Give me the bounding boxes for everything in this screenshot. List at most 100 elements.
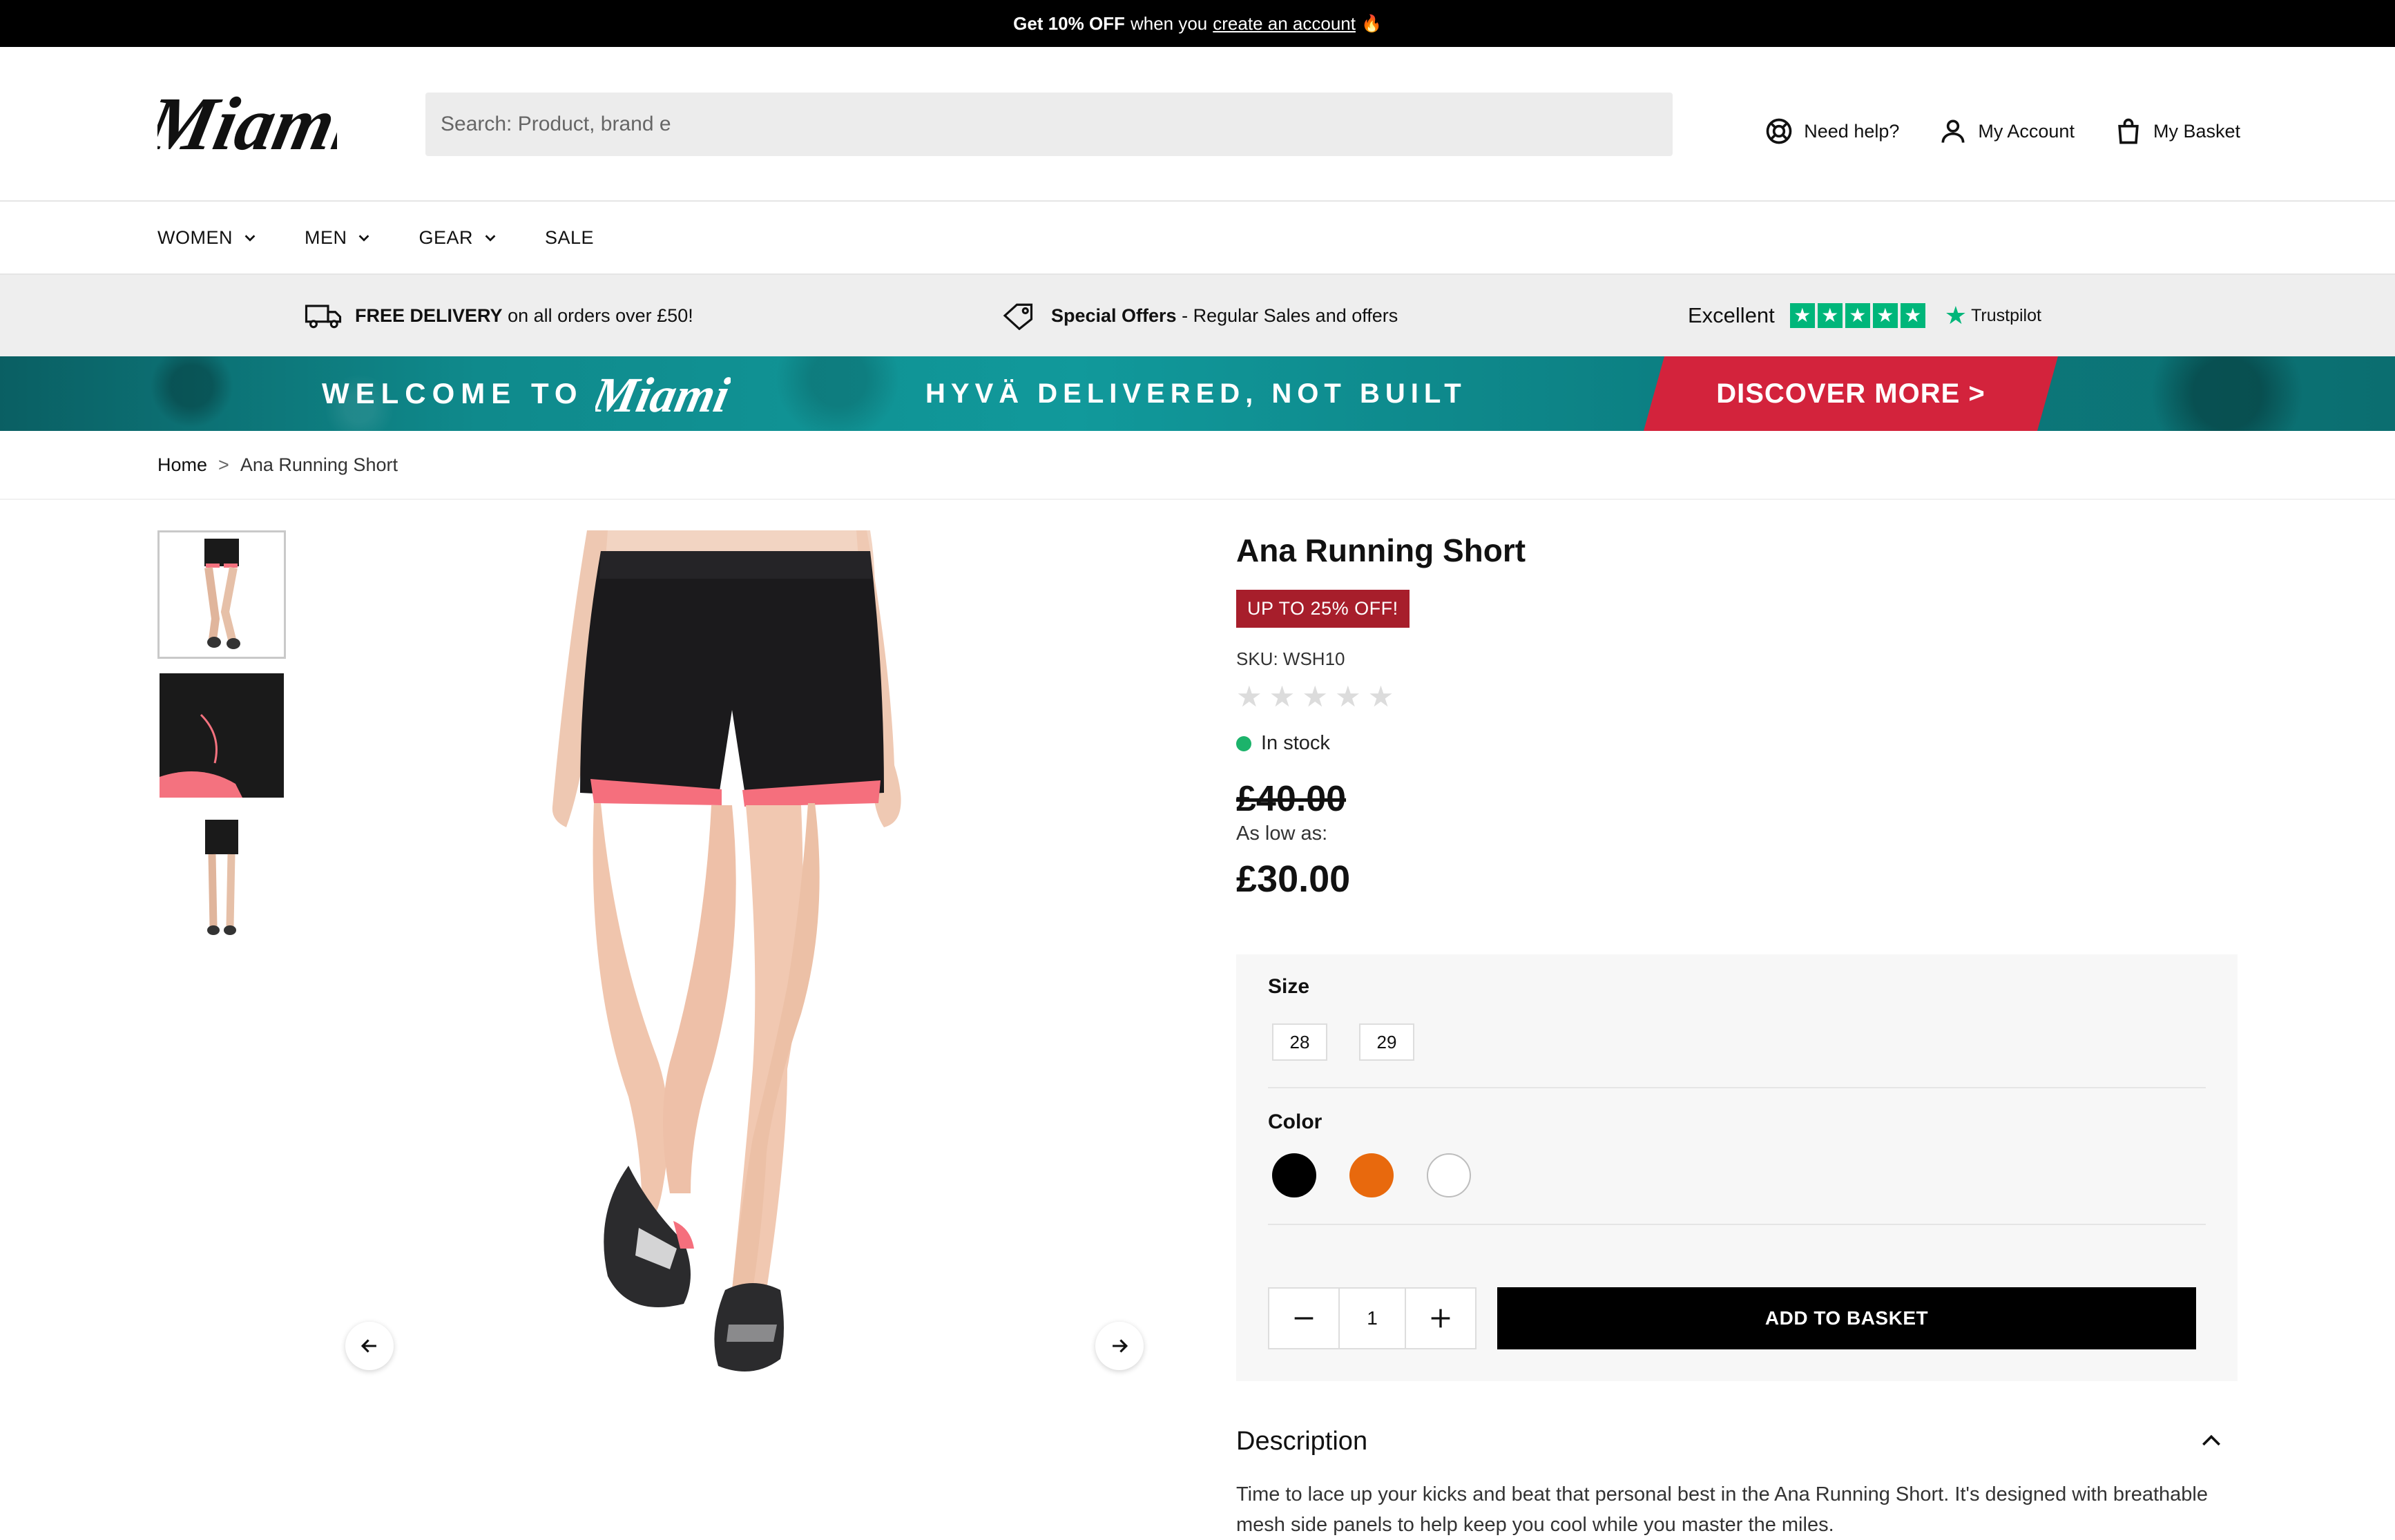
nav-men-label: MEN <box>304 227 347 248</box>
main-product-image[interactable] <box>525 530 967 1401</box>
banner-welcome: WELCOME TO <box>322 377 584 410</box>
delivery-truck-icon <box>305 305 342 329</box>
nav-item-sale[interactable]: SALE <box>545 227 594 249</box>
header-links-row: Need help? My Account My Basket <box>1764 111 2240 151</box>
decrease-qty-button[interactable] <box>1269 1289 1338 1348</box>
color-swatch-white[interactable] <box>1427 1153 1471 1197</box>
user-icon <box>1941 119 1965 143</box>
size-option-28[interactable]: 28 <box>1272 1023 1327 1061</box>
size-label: Size <box>1268 975 1310 998</box>
my-account-label: My Account <box>1978 120 2075 142</box>
trustpilot-star-icon: ★ <box>1944 301 1968 329</box>
quantity-stepper: 1 <box>1268 1287 1477 1349</box>
search-bar <box>425 93 1673 156</box>
arrow-right-icon <box>1113 1339 1128 1353</box>
nav-women-label: WOMEN <box>157 227 233 248</box>
usp-bar: FREE DELIVERY on all orders over £50! Sp… <box>0 275 2395 356</box>
trustpilot-logo: ★ Trustpilot <box>1945 301 2041 330</box>
star-icon: ★ <box>1900 303 1925 328</box>
breadcrumb-separator: > <box>218 454 229 475</box>
breadcrumb-home[interactable]: Home <box>157 454 207 476</box>
star-icon: ★ <box>1367 680 1394 713</box>
trustpilot-stars: ★ ★ ★ ★ ★ <box>1789 303 1925 328</box>
banner-logo: Miami <box>595 367 731 423</box>
old-price: £40.00 <box>1236 779 1347 819</box>
thumb-detail-image <box>160 673 284 798</box>
add-to-basket-button[interactable]: ADD TO BASKET <box>1497 1287 2196 1349</box>
usp-offers: Special Offers - Regular Sales and offer… <box>1000 275 1398 356</box>
size-option-29[interactable]: 29 <box>1359 1023 1414 1061</box>
next-image-button[interactable] <box>1095 1322 1144 1370</box>
rating-stars[interactable]: ★ ★ ★ ★ ★ <box>1236 682 2238 711</box>
main-nav: WOMEN MEN GEAR SALE <box>0 202 2395 275</box>
color-swatch-black[interactable] <box>1272 1153 1316 1197</box>
svg-text:Miami: Miami <box>595 367 731 423</box>
breadcrumb-current: Ana Running Short <box>240 454 398 475</box>
usp-delivery-bold: FREE DELIVERY <box>355 305 503 326</box>
my-basket-link[interactable]: My Basket <box>2113 116 2240 146</box>
promo-bar: Get 10% OFF when you create an account 🔥 <box>0 0 2395 47</box>
star-icon: ★ <box>1817 303 1843 328</box>
promo-banner[interactable]: WELCOME TO Miami HYVÄ DELIVERED, NOT BUI… <box>0 356 2395 431</box>
increase-qty-button[interactable] <box>1406 1289 1475 1348</box>
chevron-up-icon <box>2202 1434 2220 1446</box>
create-account-link[interactable]: create an account <box>1213 13 1356 35</box>
usp-trustpilot[interactable]: Excellent ★ ★ ★ ★ ★ ★ Trustpilot <box>1688 275 2041 356</box>
thumbnail-3[interactable] <box>157 812 286 941</box>
flame-icon: 🔥 <box>1360 14 1382 33</box>
quantity-input[interactable]: 1 <box>1338 1289 1406 1348</box>
search-input[interactable] <box>441 113 1673 136</box>
product-sku: SKU: WSH10 <box>1236 648 1345 669</box>
lifebuoy-icon <box>1766 118 1792 144</box>
color-label: Color <box>1268 1110 1322 1133</box>
color-swatch-orange[interactable] <box>1349 1153 1394 1197</box>
svg-text:Miami: Miami <box>157 82 337 166</box>
stock-status: In stock <box>1236 732 2238 755</box>
minus-icon <box>1294 1317 1314 1320</box>
discover-more-button[interactable]: DISCOVER MORE > <box>1644 356 2058 431</box>
prev-image-button[interactable] <box>345 1322 394 1370</box>
breadcrumb: Home > Ana Running Short <box>0 431 2395 500</box>
star-icon: ★ <box>1872 303 1898 328</box>
thumb-full-image <box>205 820 238 935</box>
need-help-link[interactable]: Need help? <box>1764 116 1899 146</box>
discount-badge: UP TO 25% OFF! <box>1236 590 1410 628</box>
as-low-as-label: As low as: <box>1236 822 1328 845</box>
description-heading: Description <box>1236 1426 1368 1456</box>
chevron-down-icon <box>359 235 369 242</box>
miami-logo[interactable]: Miami <box>157 80 337 177</box>
promo-bold-text: Get 10% OFF <box>1013 12 1125 34</box>
divider <box>1268 1224 2206 1225</box>
my-basket-label: My Basket <box>2153 120 2240 142</box>
star-icon: ★ <box>1334 680 1361 713</box>
plus-icon <box>1431 1309 1450 1328</box>
product-title: Ana Running Short <box>1236 532 1526 568</box>
thumb-front-image <box>204 539 240 649</box>
usp-delivery: FREE DELIVERY on all orders over £50! <box>304 275 693 356</box>
my-account-link[interactable]: My Account <box>1938 116 2075 146</box>
nav-gear-label: GEAR <box>419 227 474 248</box>
star-icon: ★ <box>1789 303 1815 328</box>
current-price: £30.00 <box>1236 858 1351 900</box>
thumbnail-2[interactable] <box>157 671 286 800</box>
description-toggle[interactable]: Description <box>1236 1417 2238 1465</box>
star-icon: ★ <box>1845 303 1870 328</box>
arrow-left-icon <box>360 1339 376 1353</box>
nav-item-women[interactable]: WOMEN <box>157 227 258 249</box>
bag-icon <box>2118 118 2139 144</box>
product-info: Ana Running Short UP TO 25% OFF! SKU: WS… <box>1236 532 2238 901</box>
banner-tagline: HYVÄ DELIVERED, NOT BUILT <box>925 378 1467 409</box>
star-icon: ★ <box>1269 680 1296 713</box>
star-icon: ★ <box>1302 680 1328 713</box>
thumbnail-1[interactable] <box>157 530 286 659</box>
star-icon: ★ <box>1236 680 1262 713</box>
divider <box>1268 1087 2206 1088</box>
usp-offers-bold: Special Offers <box>1051 305 1177 326</box>
nav-item-gear[interactable]: GEAR <box>419 227 498 249</box>
nav-item-men[interactable]: MEN <box>305 227 372 249</box>
usp-offers-text: - Regular Sales and offers <box>1182 305 1398 326</box>
product-options: Size 28 29 Color 1 ADD TO BASKET <box>1236 954 2238 1381</box>
promo-text: when you <box>1130 12 1208 34</box>
stock-label: In stock <box>1261 732 1330 754</box>
chevron-down-icon <box>485 235 496 242</box>
